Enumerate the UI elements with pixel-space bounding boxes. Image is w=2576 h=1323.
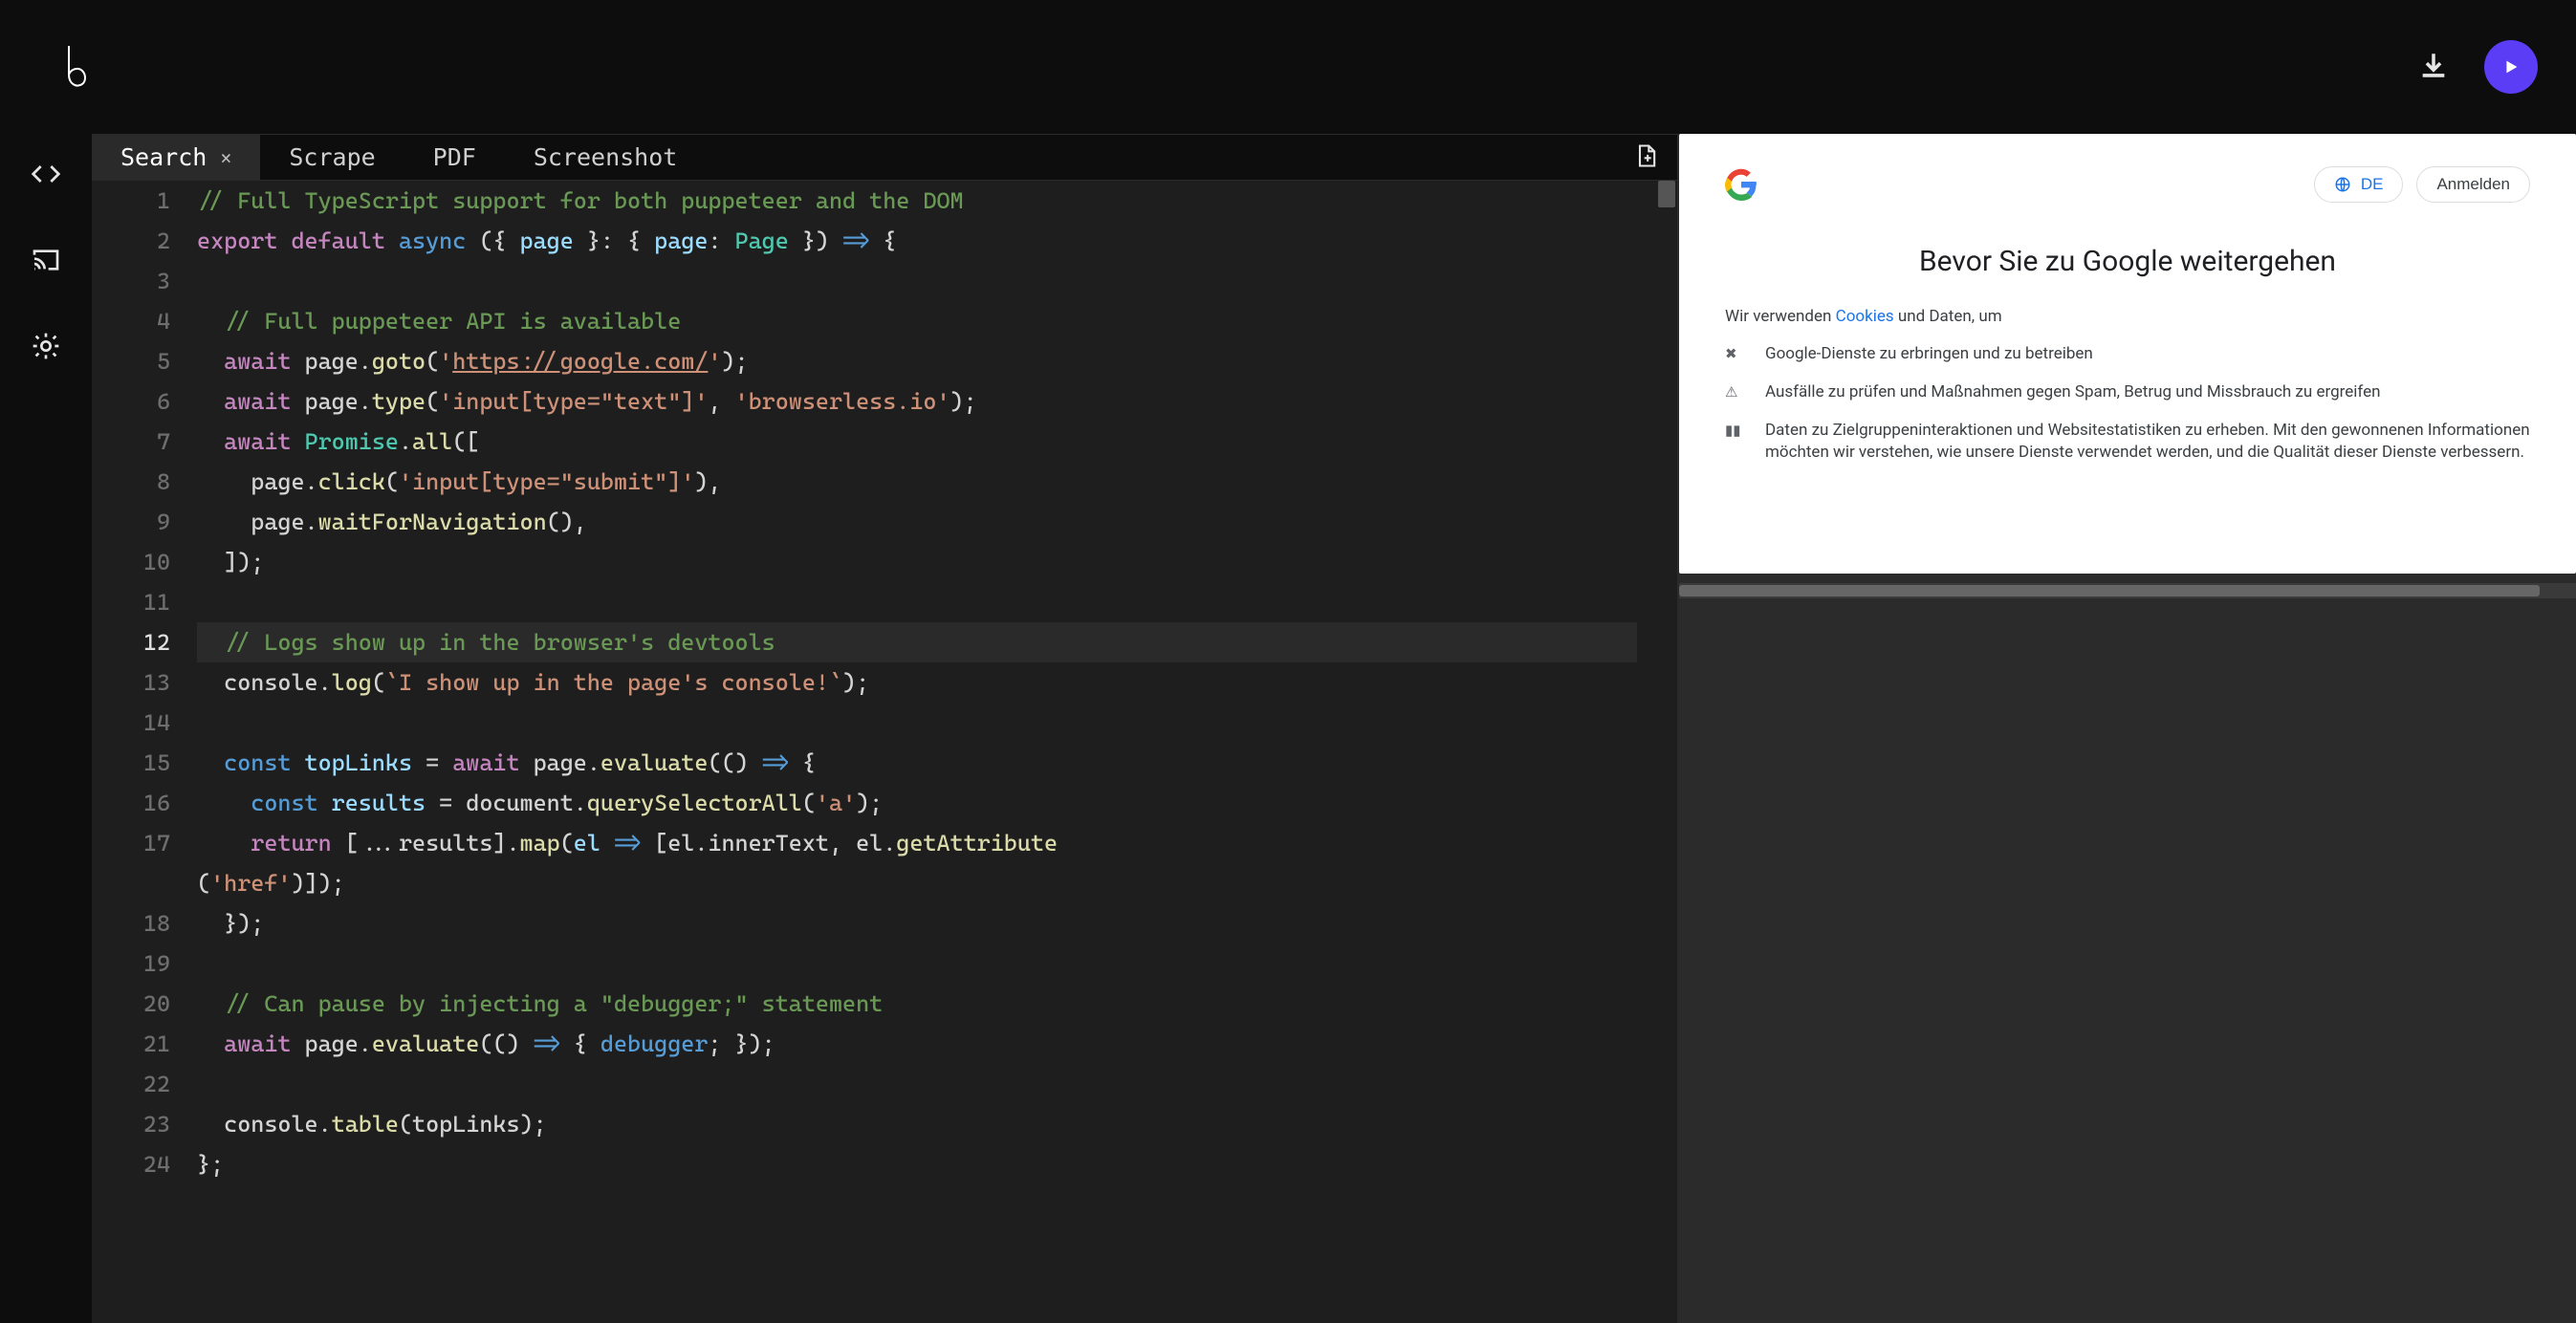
cookies-link[interactable]: Cookies [1836,307,1894,326]
signin-button[interactable]: Anmelden [2416,166,2530,203]
preview-pane: DE Anmelden Bevor Sie zu Google weiterge… [1677,134,2576,1323]
preview-output-area [1679,598,2576,1323]
sidebar-code-button[interactable] [23,151,69,197]
download-icon [2417,50,2450,82]
tab-pdf[interactable]: PDF [404,135,505,180]
consent-item: ▮▮ Daten zu Zielgruppeninteraktionen und … [1725,420,2530,466]
play-icon [2500,56,2521,77]
language-label: DE [2361,175,2384,194]
code-icon [31,159,61,189]
signin-label: Anmelden [2436,175,2510,194]
tab-label: Screenshot [534,143,678,171]
cast-icon [31,245,61,275]
tabs-bar: Search × Scrape PDF Screenshot [92,135,1677,181]
consent-item-text: Ausfälle zu prüfen und Maßnahmen gegen S… [1765,381,2380,404]
bullet-icon: ✖ [1725,345,1742,362]
app-header [0,0,2576,134]
consent-intro: Wir verwenden Cookies und Daten, um [1725,307,2530,326]
new-file-button[interactable] [1627,137,1666,178]
preview-horizontal-scrollbar[interactable] [1679,583,2576,598]
tab-label: Search [120,143,207,171]
browser-preview: DE Anmelden Bevor Sie zu Google weiterge… [1679,134,2576,574]
language-button[interactable]: DE [2314,166,2404,203]
tab-label: PDF [433,143,476,171]
bullet-icon: ▮▮ [1725,422,1742,439]
editor-pane: Search × Scrape PDF Screenshot 1234567891011… [92,134,1677,1323]
consent-item: ✖ Google-Dienste zu erbringen und zu betr… [1725,343,2530,366]
app-logo [48,29,105,105]
vertical-scrollbar[interactable] [1656,181,1677,1323]
consent-item-text: Google-Dienste zu erbringen und zu betre… [1765,343,2093,366]
consent-item: ⚠ Ausfälle zu prüfen und Maßnahmen gegen … [1725,381,2530,404]
tab-screenshot[interactable]: Screenshot [505,135,707,180]
tab-search[interactable]: Search × [92,135,260,180]
consent-list: ✖ Google-Dienste zu erbringen und zu betr… [1725,343,2530,465]
sidebar-settings-button[interactable] [23,323,69,369]
google-logo-icon [1725,168,1757,201]
consent-title: Bevor Sie zu Google weitergehen [1725,245,2530,278]
close-icon[interactable]: × [220,146,231,169]
download-button[interactable] [2417,50,2450,85]
tab-label: Scrape [289,143,375,171]
scrollbar-thumb[interactable] [1679,585,2540,596]
code-editor[interactable]: 123456789101112131415161718192021222324 … [92,181,1677,1323]
code-content[interactable]: // Full TypeScript support for both pupp… [197,181,1656,1323]
globe-icon [2334,176,2351,193]
consent-item-text: Daten zu Zielgruppeninteraktionen und We… [1765,420,2530,466]
tab-scrape[interactable]: Scrape [260,135,404,180]
left-sidebar [0,134,92,1323]
sidebar-cast-button[interactable] [23,237,69,283]
line-gutter: 123456789101112131415161718192021222324 [92,181,197,1323]
scrollbar-thumb[interactable] [1658,181,1675,207]
new-file-icon [1633,142,1660,169]
gear-icon [31,331,61,361]
run-button[interactable] [2484,40,2538,94]
bullet-icon: ⚠ [1725,383,1742,401]
